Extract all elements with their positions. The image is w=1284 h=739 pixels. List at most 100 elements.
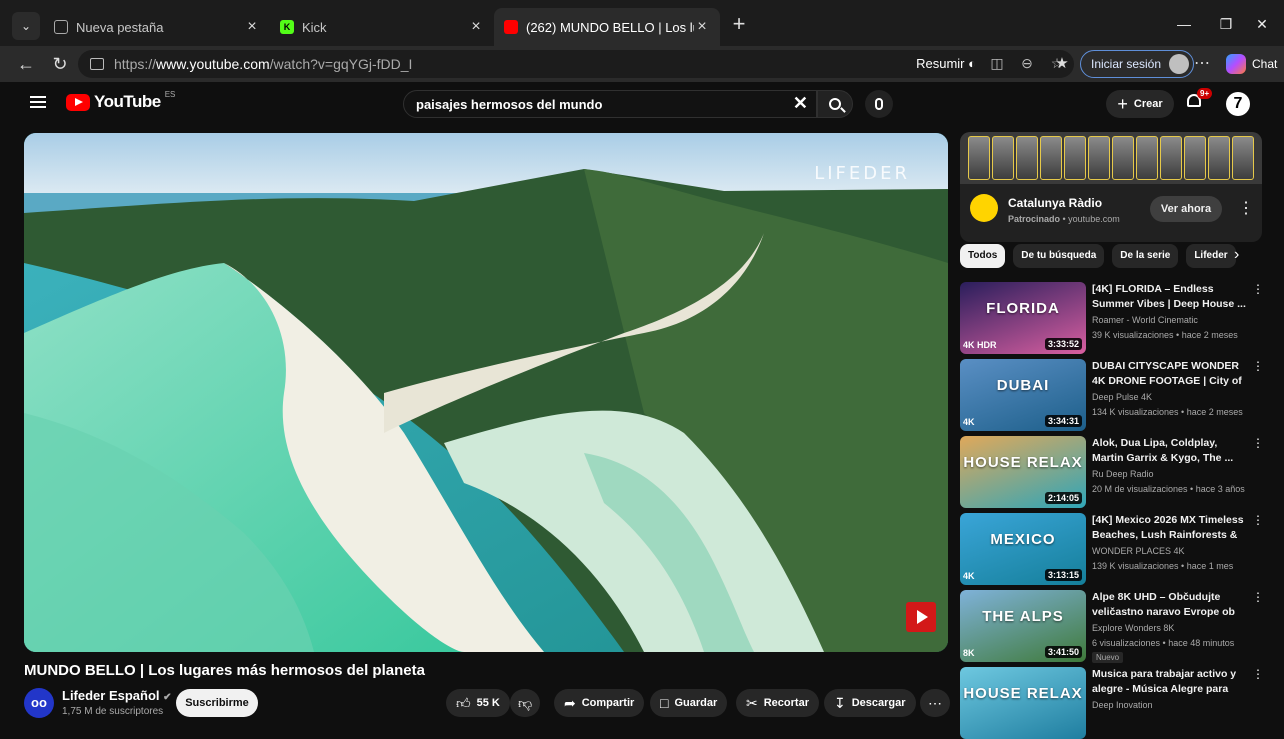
like-button[interactable]: 👍︎ 55 K: [446, 689, 510, 717]
reader-icon[interactable]: ◫: [988, 54, 1006, 72]
subscribe-button[interactable]: Suscribirme: [176, 689, 258, 717]
account-avatar[interactable]: 7: [1226, 92, 1250, 116]
filter-chips: Todos De tu búsqueda De la serie Lifeder: [960, 244, 1262, 270]
video-thumbnail[interactable]: MEXICO 4K 3:13:15: [960, 513, 1086, 585]
chevron-right-icon[interactable]: ›: [1234, 246, 1239, 264]
url-input[interactable]: https://www.youtube.com/watch?v=gqYGj-fD…: [78, 50, 1074, 78]
recommendation-item[interactable]: HOUSE RELAX 2:14:05 Alok, Dua Lipa, Coldpl…: [960, 436, 1264, 508]
ad-domain: youtube.com: [1068, 214, 1120, 224]
more-vert-icon[interactable]: ⋮: [1252, 513, 1264, 527]
recommendation-title[interactable]: Alpe 8K UHD – Občudujte veličastno narav…: [1092, 590, 1246, 620]
recommendation-channel[interactable]: Deep Inovation: [1092, 700, 1153, 710]
restore-icon[interactable]: ❐: [1214, 12, 1238, 36]
clip-button[interactable]: ✂ Recortar: [736, 689, 819, 717]
more-icon[interactable]: ⋯: [1190, 52, 1214, 76]
close-icon[interactable]: ×: [694, 18, 710, 36]
recommendation-meta: 6 visualizaciones • hace 48 minutos: [1092, 638, 1235, 648]
more-vert-icon[interactable]: ⋮: [1252, 282, 1264, 296]
plus-icon: +: [1117, 93, 1128, 114]
more-vert-icon[interactable]: ⋮: [1252, 667, 1264, 681]
tab-new-tab[interactable]: Nueva pestaña ×: [44, 8, 270, 46]
share-button[interactable]: ➦ Compartir: [554, 689, 645, 717]
menu-icon[interactable]: [30, 96, 46, 108]
copilot-icon: [1226, 54, 1246, 74]
more-vert-icon[interactable]: ⋮: [1252, 436, 1264, 450]
recommendation-channel[interactable]: Ru Deep Radio: [1092, 469, 1154, 479]
recommendation-title[interactable]: DUBAI CITYSCAPE WONDER 4K DRONE FOOTAGE …: [1092, 359, 1246, 389]
signin-button[interactable]: Iniciar sesión: [1080, 50, 1195, 78]
create-button[interactable]: + Crear: [1106, 90, 1174, 118]
clear-search-icon[interactable]: ✕: [793, 93, 808, 114]
search-input[interactable]: paisajes hermosos del mundo ✕: [403, 90, 817, 118]
youtube-play-icon: [66, 93, 90, 111]
more-actions-button[interactable]: ⋯: [920, 689, 950, 717]
thumbnail-text: HOUSE RELAX: [963, 454, 1083, 471]
favorites-icon[interactable]: ★: [1050, 52, 1074, 76]
chat-button[interactable]: Chat: [1226, 54, 1277, 74]
channel-name[interactable]: Lifeder Español ✔: [62, 688, 172, 703]
window-close-icon[interactable]: ✕: [1250, 12, 1274, 36]
recommendation-title[interactable]: [4K] Mexico 2026 MX Timeless Beaches, Lu…: [1092, 513, 1246, 543]
ad-sponsored-line: Patrocinado • youtube.com: [1008, 214, 1120, 224]
video-player[interactable]: LIFEDER: [24, 133, 948, 652]
recommendation-item[interactable]: THE ALPS 8K 3:41:50 Alpe 8K UHD – Občudujte…: [960, 590, 1264, 663]
video-thumbnail[interactable]: HOUSE RELAX: [960, 667, 1086, 739]
recommendation-title[interactable]: Musica para trabajar activo y alegre - M…: [1092, 667, 1246, 697]
channel-watermark-icon[interactable]: [906, 602, 936, 632]
close-icon[interactable]: ×: [468, 18, 484, 36]
video-thumbnail[interactable]: HOUSE RELAX 2:14:05: [960, 436, 1086, 508]
chip-all[interactable]: Todos: [960, 244, 1006, 268]
tab-kick[interactable]: K Kick ×: [270, 8, 494, 46]
recommendation-channel[interactable]: Deep Pulse 4K: [1092, 392, 1152, 402]
more-vert-icon[interactable]: ⋮: [1238, 198, 1254, 218]
url-protocol: https://: [114, 56, 157, 72]
save-label: Guardar: [674, 697, 718, 709]
back-icon[interactable]: ←: [14, 52, 38, 76]
sponsored-card[interactable]: Catalunya Ràdio Patrocinado • youtube.co…: [960, 132, 1262, 242]
mic-icon: [875, 98, 883, 110]
notifications-button[interactable]: 9+: [1187, 88, 1213, 112]
channel-avatar[interactable]: oo: [24, 688, 54, 718]
new-badge: Nuevo: [1092, 652, 1124, 663]
voice-search-button[interactable]: [865, 90, 893, 118]
recommendation-item[interactable]: DUBAI 4K 3:34:31 DUBAI CITYSCAPE WONDER 4K …: [960, 359, 1264, 431]
recommendation-item[interactable]: HOUSE RELAX Musica para trabajar activo y…: [960, 667, 1264, 739]
youtube-logo[interactable]: YouTube ES: [66, 89, 176, 112]
tab-youtube[interactable]: (262) MUNDO BELLO | Los lugares ×: [494, 8, 720, 46]
thumbs-up-icon: 👍︎: [456, 694, 471, 711]
dislike-button[interactable]: 👎︎: [510, 689, 541, 717]
country-code: ES: [164, 89, 176, 99]
search-button[interactable]: [817, 90, 853, 118]
summarize-button[interactable]: Resumir ◐: [916, 56, 976, 71]
ad-cta-button[interactable]: Ver ahora: [1150, 196, 1222, 222]
recommendation-channel[interactable]: WONDER PLACES 4K: [1092, 546, 1185, 556]
video-thumbnail[interactable]: DUBAI 4K 3:34:31: [960, 359, 1086, 431]
recommendation-title[interactable]: Alok, Dua Lipa, Coldplay, Martin Garrix …: [1092, 436, 1246, 466]
chip-from-series[interactable]: De la serie: [1112, 244, 1179, 268]
new-tab-button[interactable]: +: [728, 13, 750, 36]
chip-channel[interactable]: Lifeder: [1186, 244, 1236, 268]
recommendation-channel[interactable]: Explore Wonders 8K: [1092, 623, 1174, 633]
video-thumbnail[interactable]: FLORIDA 4K HDR 3:33:52: [960, 282, 1086, 354]
recommendation-title[interactable]: [4K] FLORIDA – Endless Summer Vibes | De…: [1092, 282, 1246, 312]
search-value: paisajes hermosos del mundo: [416, 96, 603, 112]
refresh-icon[interactable]: ↻: [48, 52, 72, 76]
minimize-icon[interactable]: —: [1172, 12, 1196, 36]
chip-from-search[interactable]: De tu búsqueda: [1013, 244, 1105, 268]
recommendation-meta: 139 K visualizaciones • hace 1 mes: [1092, 561, 1234, 571]
verified-icon: ✔: [163, 692, 172, 703]
download-button[interactable]: ↧ Descargar: [824, 689, 916, 717]
recommendation-item[interactable]: MEXICO 4K 3:13:15 [4K] Mexico 2026 MX Timel…: [960, 513, 1264, 585]
recommendation-channel[interactable]: Roamer - World Cinematic: [1092, 315, 1198, 325]
more-vert-icon[interactable]: ⋮: [1252, 359, 1264, 373]
more-vert-icon[interactable]: ⋮: [1252, 590, 1264, 604]
tab-actions-menu[interactable]: ⌄: [12, 12, 40, 40]
recommendation-item[interactable]: FLORIDA 4K HDR 3:33:52 [4K] FLORIDA – Endle…: [960, 282, 1264, 354]
zoom-icon[interactable]: ⊖: [1018, 54, 1036, 72]
recommendation-meta: 39 K visualizaciones • hace 2 meses: [1092, 330, 1238, 340]
save-button[interactable]: □ Guardar: [650, 689, 728, 717]
page-icon: [54, 20, 68, 34]
video-thumbnail[interactable]: THE ALPS 8K 3:41:50: [960, 590, 1086, 662]
ad-title: Catalunya Ràdio: [1008, 196, 1103, 210]
close-icon[interactable]: ×: [244, 18, 260, 36]
